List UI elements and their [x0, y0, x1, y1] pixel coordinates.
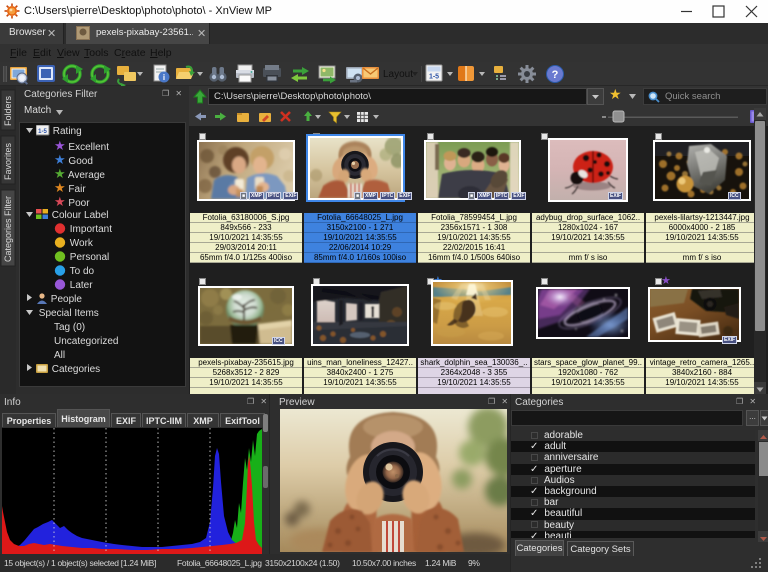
- svg-text:Categories Filter: Categories Filter: [3, 196, 13, 262]
- svg-text:Layout: Layout: [383, 69, 413, 80]
- svg-text:?: ?: [552, 69, 559, 81]
- svg-text:1-5: 1-5: [38, 129, 47, 135]
- svg-text:Favorites: Favorites: [3, 142, 13, 180]
- svg-text:i: i: [163, 73, 165, 82]
- svg-text:Folders: Folders: [3, 95, 13, 126]
- svg-text:1-5: 1-5: [429, 74, 439, 81]
